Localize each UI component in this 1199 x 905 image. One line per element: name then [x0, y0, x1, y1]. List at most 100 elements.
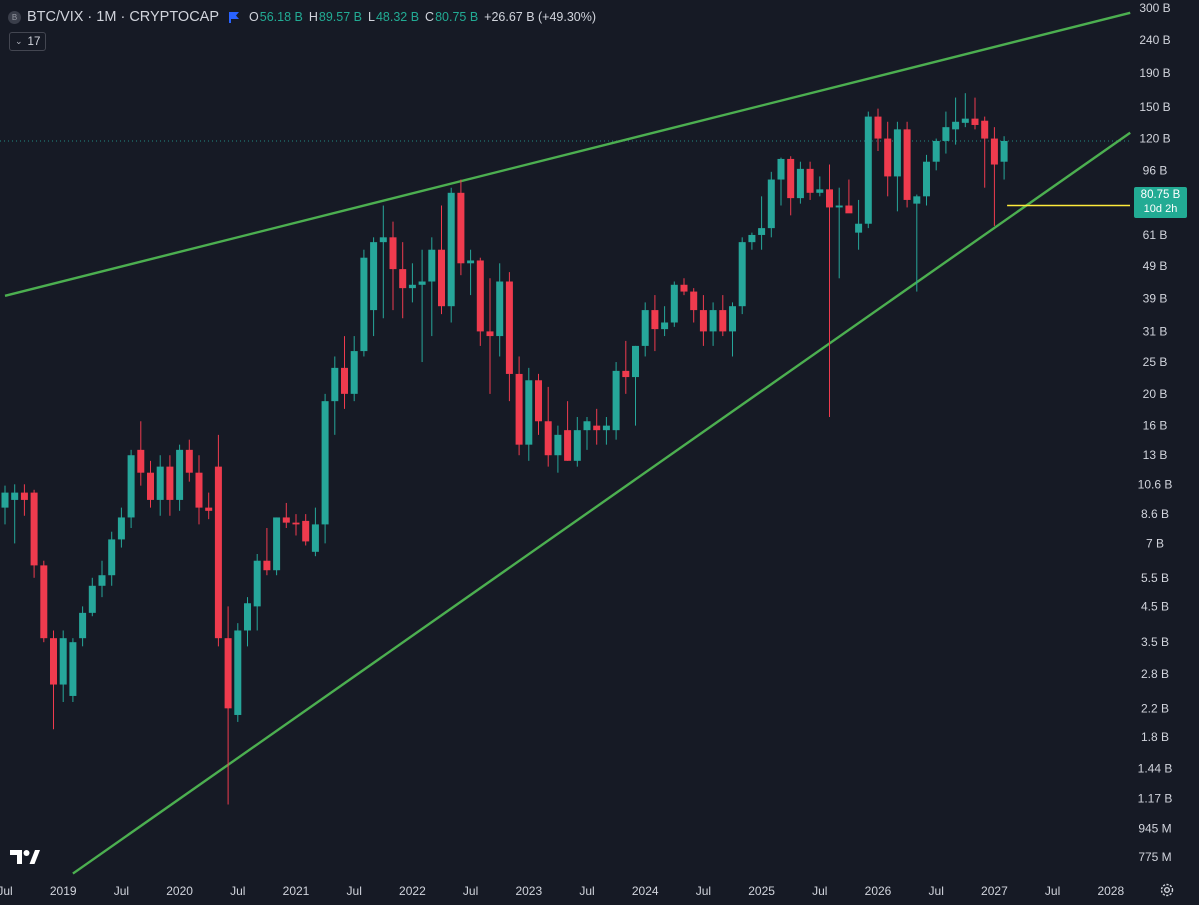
y-tick-label: 96 B [1143, 163, 1168, 177]
y-tick-label: 39 B [1143, 292, 1168, 306]
change-value: +26.67 B (+49.30%) [484, 10, 597, 24]
x-tick-label: 2020 [166, 884, 193, 898]
candle-body [796, 168, 804, 199]
candle-body [564, 430, 572, 461]
candle-body [583, 421, 591, 431]
candle[interactable] [447, 187, 455, 323]
candle-body [990, 138, 998, 165]
x-tick-label: Jul [230, 884, 245, 898]
indicator-toggle[interactable]: ⌄ 17 [9, 32, 47, 51]
candle[interactable] [903, 121, 911, 208]
candle-body [738, 242, 746, 307]
x-tick-label: 2027 [981, 884, 1008, 898]
y-tick-label: 1.17 B [1138, 791, 1173, 805]
candle[interactable] [767, 171, 775, 238]
ohlc-key-l: L [367, 10, 375, 24]
gear-icon[interactable] [1159, 882, 1175, 898]
candle-body [612, 370, 620, 431]
candle-body [156, 466, 164, 500]
candle-body [602, 425, 610, 431]
candle-body [40, 565, 48, 639]
candle-body [224, 638, 232, 709]
y-tick-label: 1.44 B [1138, 762, 1173, 776]
candle-body [806, 168, 814, 193]
candle-body [535, 380, 542, 422]
candle-body [176, 449, 184, 500]
candle-body [884, 138, 892, 177]
candle-body [496, 281, 504, 337]
x-tick-label: Jul [929, 884, 944, 898]
candle-body [370, 242, 378, 311]
candle[interactable] [457, 179, 465, 276]
candle[interactable] [864, 111, 872, 229]
candle-body [525, 380, 533, 445]
candle[interactable] [127, 449, 135, 529]
candle-body [59, 638, 67, 685]
ohlc-value-l: 48.32 B [375, 10, 420, 24]
candle[interactable] [30, 489, 38, 578]
candle-body [331, 367, 339, 402]
y-tick-label: 49 B [1143, 259, 1168, 273]
chevron-down-icon: ⌄ [15, 36, 23, 46]
candle-body [321, 401, 329, 525]
candle-body [864, 116, 872, 224]
x-tick-label: Jul [696, 884, 711, 898]
candle[interactable] [612, 362, 620, 440]
last-price-value: 80.75 B [1140, 189, 1181, 201]
candle-body [88, 585, 96, 613]
candle-body [117, 517, 125, 540]
x-tick-label: 2021 [283, 884, 310, 898]
x-tick-label: Jul [1045, 884, 1060, 898]
y-tick-label: 61 B [1143, 228, 1168, 242]
ohlc-key-h: H [308, 10, 318, 24]
candle-body [214, 466, 222, 639]
candle-body [913, 196, 921, 204]
candle-body [748, 234, 756, 243]
flag-icon[interactable] [229, 11, 240, 23]
candle-body [622, 370, 630, 378]
y-tick-label: 10.6 B [1138, 477, 1173, 491]
y-tick-label: 16 B [1143, 419, 1168, 433]
candle[interactable] [69, 638, 77, 703]
candle-body [253, 560, 261, 607]
candle-body [147, 472, 154, 500]
y-tick-label: 190 B [1139, 66, 1170, 80]
candle-body [777, 158, 785, 180]
candle-body [505, 281, 513, 374]
candle[interactable] [321, 393, 329, 544]
x-tick-label: 2026 [865, 884, 892, 898]
x-tick-label: Jul [812, 884, 827, 898]
candlestick-chart[interactable]: 300 B 240 B 190 B 150 B 120 B 96 B 61 B 49 B 39 … [0, 0, 1199, 905]
last-price-badge: 80.75 B 10d 2h [1134, 187, 1187, 218]
candle-body [874, 116, 882, 139]
symbol-title[interactable]: BTC/VIX · 1M · CRYPTOCAP [27, 9, 219, 25]
candle[interactable] [234, 623, 242, 722]
candle-body [476, 260, 484, 332]
candle-body [127, 455, 135, 518]
candle-body [50, 638, 57, 685]
chart-legend: B BTC/VIX · 1M · CRYPTOCAP O56.18 B H89.5… [8, 7, 596, 27]
indicator-count: 17 [27, 35, 41, 48]
candle[interactable] [273, 517, 281, 576]
candle-body [1000, 140, 1008, 162]
candle-body [292, 522, 300, 525]
candle-body [573, 430, 581, 461]
candle[interactable] [40, 560, 48, 643]
candle-body [932, 140, 940, 162]
x-tick-label: Jul [463, 884, 478, 898]
candle-body [1, 492, 9, 508]
candle-body [632, 345, 639, 378]
y-tick-label: 31 B [1143, 324, 1168, 338]
candle-body [302, 520, 310, 542]
candle-body [719, 310, 727, 332]
candle-body [399, 269, 407, 289]
candle-body [651, 310, 659, 330]
candle[interactable] [670, 281, 678, 327]
y-tick-label: 300 B [1139, 1, 1170, 15]
candle-body [767, 179, 775, 229]
candle[interactable] [738, 237, 746, 315]
candle-body [428, 249, 436, 282]
candle-body [389, 237, 397, 270]
candle[interactable] [360, 249, 368, 357]
tradingview-logo-icon[interactable] [10, 849, 40, 865]
